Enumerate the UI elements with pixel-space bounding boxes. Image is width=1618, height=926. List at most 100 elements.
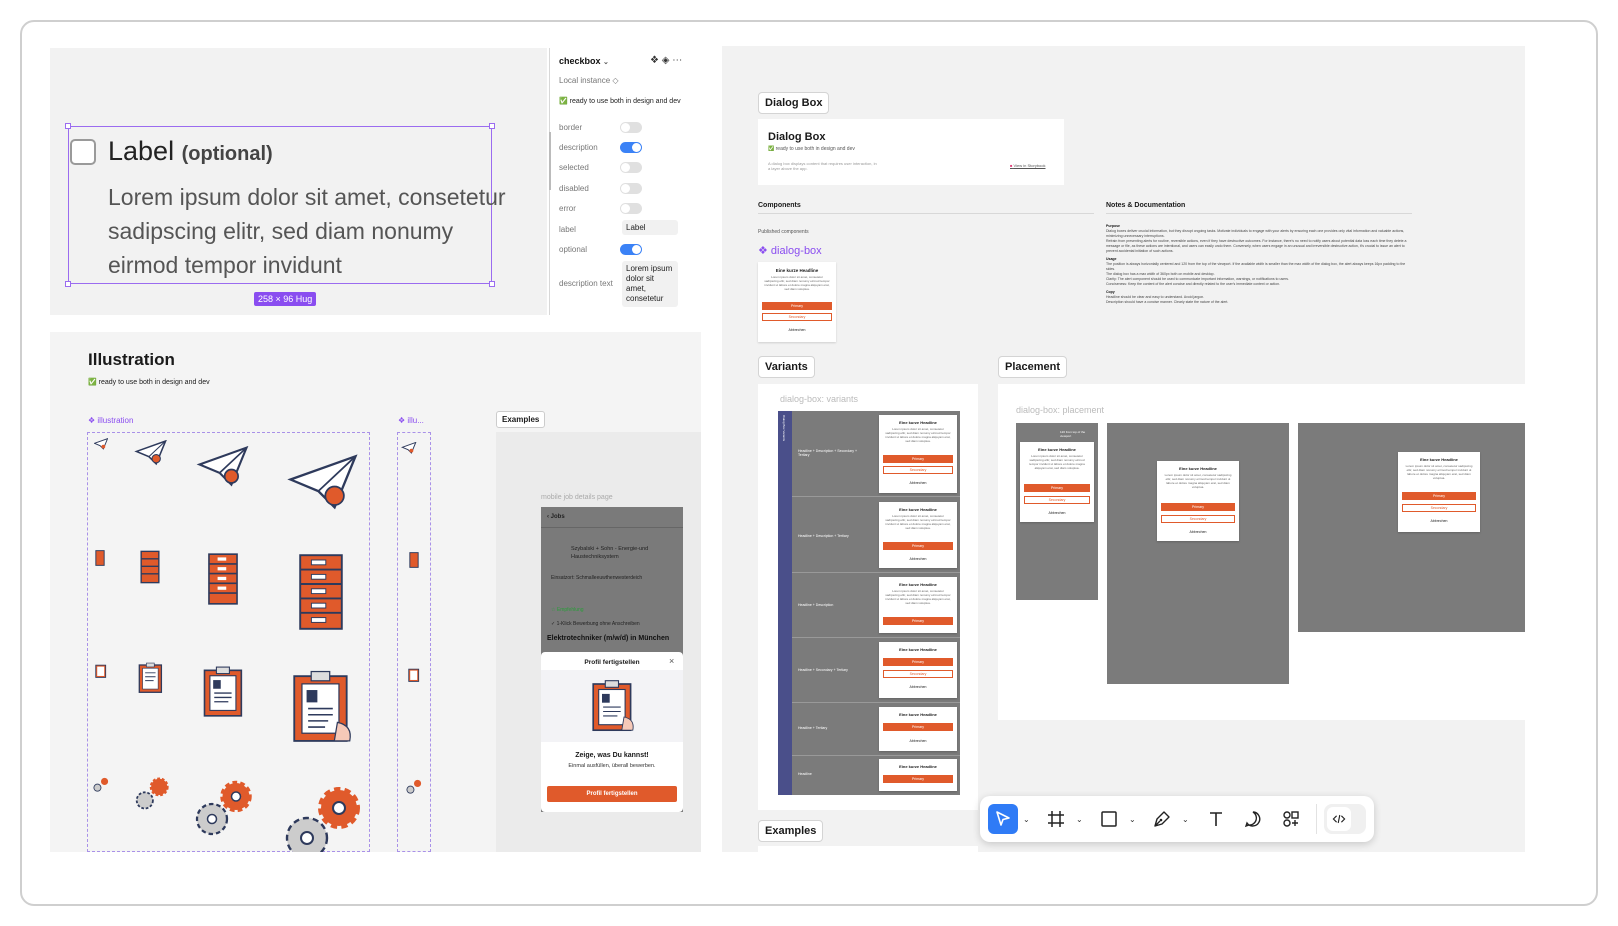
gears-icon bbox=[195, 780, 252, 836]
chevron-down-icon[interactable]: ⌄ bbox=[1182, 815, 1189, 824]
chevron-down-icon[interactable]: ⌄ bbox=[1129, 815, 1136, 824]
pen-tool-button[interactable] bbox=[1147, 804, 1177, 834]
chevron-down-icon[interactable]: ⌄ bbox=[1076, 815, 1083, 824]
chevron-down-icon[interactable]: ⌄ bbox=[1023, 815, 1030, 824]
toggle-optional[interactable] bbox=[620, 244, 642, 255]
notes-label: Notes & Documentation bbox=[1106, 202, 1186, 209]
status-text: ✅ ready to use both in design and dev bbox=[559, 98, 681, 105]
text-tool-button[interactable] bbox=[1201, 804, 1231, 834]
check-icon: ✅ bbox=[559, 98, 568, 105]
variant-dialog[interactable]: Eine kurze Headline Lorem ipsum dolor si… bbox=[879, 415, 957, 493]
primary-button[interactable]: Primary bbox=[1402, 492, 1476, 500]
variant-dialog[interactable]: Eine kurze Headline Lorem ipsum dolor si… bbox=[879, 502, 957, 568]
variants-caption: dialog-box: variants bbox=[780, 394, 859, 404]
clipboard-icon bbox=[95, 664, 107, 678]
primary-button[interactable]: Primary bbox=[883, 723, 953, 731]
tertiary-button[interactable]: Abbrechen bbox=[1020, 511, 1094, 515]
back-link[interactable]: ‹ Jobs bbox=[547, 514, 565, 520]
primary-button[interactable]: Primary bbox=[883, 542, 953, 550]
primary-button[interactable]: Primary bbox=[883, 455, 953, 463]
dialog-box-component[interactable]: Eine kurze Headline Lorem ipsum dolor si… bbox=[758, 262, 836, 342]
toggle-disabled[interactable] bbox=[620, 183, 642, 194]
paper-plane-icon bbox=[287, 454, 358, 510]
tertiary-button[interactable]: Abbrechen bbox=[879, 481, 957, 485]
toggle-description[interactable] bbox=[620, 142, 642, 153]
frame-tool-button[interactable] bbox=[1041, 804, 1071, 834]
primary-button[interactable]: Primary bbox=[762, 302, 832, 310]
placement-dialog-desktop[interactable]: Eine kurze Headline Lorem ipsum dolor si… bbox=[1398, 452, 1480, 532]
storybook-link[interactable]: ■ View in Storybook bbox=[1010, 163, 1046, 168]
primary-button[interactable]: Primary bbox=[883, 658, 953, 666]
pen-icon bbox=[1154, 811, 1170, 827]
component-name[interactable]: checkbox ⌄ bbox=[559, 56, 609, 66]
tertiary-button[interactable]: Abbrechen bbox=[1398, 519, 1480, 523]
check-icon: ✅ bbox=[88, 379, 97, 386]
tertiary-button[interactable]: Abbrechen bbox=[1157, 530, 1239, 534]
placement-note: 120 from top of the viewport bbox=[1060, 430, 1086, 438]
tertiary-button[interactable]: Abbrechen bbox=[879, 685, 957, 689]
dialog-box-component-link[interactable]: ❖ dialog-box bbox=[758, 244, 822, 257]
resize-handle[interactable] bbox=[65, 281, 71, 287]
toggle-error[interactable] bbox=[620, 203, 642, 214]
primary-button[interactable]: Primary bbox=[1024, 484, 1090, 492]
dialog-headline: Eine kurze Headline bbox=[899, 647, 937, 652]
variant-label: Headline + Description + Tertiary bbox=[798, 534, 849, 538]
tertiary-button[interactable]: Abbrechen bbox=[758, 328, 836, 332]
secondary-button[interactable]: Secondary bbox=[1161, 515, 1235, 523]
primary-button[interactable]: Primary bbox=[883, 775, 953, 783]
primary-button[interactable]: Primary bbox=[883, 617, 953, 625]
storybook-icon: ■ bbox=[1010, 163, 1013, 168]
primary-button[interactable]: Primary bbox=[1161, 503, 1235, 511]
variant-label: Headline + Tertiary bbox=[798, 726, 828, 730]
toggle-selected[interactable] bbox=[620, 162, 642, 173]
tertiary-button[interactable]: Abbrechen bbox=[879, 557, 957, 561]
paper-plane-icon bbox=[94, 438, 108, 450]
dialog-headline: Eine kurze Headline bbox=[1420, 457, 1458, 462]
comment-tool-button[interactable] bbox=[1238, 804, 1268, 834]
profile-complete-button[interactable]: Profil fertigstellen bbox=[547, 786, 677, 802]
rectangle-icon bbox=[1101, 811, 1117, 827]
secondary-button[interactable]: Secondary bbox=[1402, 504, 1476, 512]
secondary-button[interactable]: Secondary bbox=[883, 670, 953, 678]
canvas-frame: Label (optional) Lorem ipsum dolor sit a… bbox=[20, 20, 1598, 906]
dialog-body: Lorem ipsum dolor sit amet, consetetur s… bbox=[885, 427, 951, 443]
component-label-illu[interactable]: ❖ illu... bbox=[398, 416, 424, 425]
toggle-border[interactable] bbox=[620, 122, 642, 133]
shape-tool-button[interactable] bbox=[1094, 804, 1124, 834]
label-value-input[interactable]: Label bbox=[622, 220, 678, 235]
secondary-button[interactable]: Secondary bbox=[883, 466, 953, 474]
profile-bottom-sheet: Profil fertigstellen × Zeige, was Du kan… bbox=[541, 652, 683, 812]
illustration-status: ✅ ready to use both in design and dev bbox=[88, 379, 210, 386]
checkbox-square[interactable] bbox=[70, 139, 96, 165]
dialog-headline: Eine kurze Headline bbox=[899, 582, 937, 587]
variant-dialog[interactable]: Eine kurze Headline Primary Secondary Ab… bbox=[879, 642, 957, 698]
component-label-illustration[interactable]: ❖ illustration bbox=[88, 416, 133, 425]
close-icon[interactable]: × bbox=[669, 656, 674, 666]
move-tool-button[interactable] bbox=[988, 804, 1018, 834]
dialog-headline: Eine kurze Headline bbox=[1038, 447, 1076, 452]
dev-mode-toggle[interactable] bbox=[1324, 804, 1366, 834]
placement-dialog-tablet[interactable]: Eine kurze Headline Lorem ipsum dolor si… bbox=[1157, 461, 1239, 541]
dialog-body: Lorem ipsum dolor sit amet, consetetur s… bbox=[1164, 473, 1232, 489]
prop-border-label: border bbox=[559, 123, 583, 132]
note-item: Dialog boxes deliver crucial information… bbox=[1106, 229, 1405, 238]
component-actions-icon[interactable]: ❖ ◈ ⋯ bbox=[650, 55, 682, 66]
placement-dialog-mobile[interactable]: Eine kurze Headline Lorem ipsum dolor si… bbox=[1020, 442, 1094, 522]
dialog-box-board: Dialog Box Dialog Box ✅ ready to use bot… bbox=[722, 46, 1525, 852]
variant-dialog[interactable]: Eine kurze Headline Lorem ipsum dolor si… bbox=[879, 577, 957, 633]
secondary-button[interactable]: Secondary bbox=[762, 313, 832, 321]
scrollbar[interactable] bbox=[549, 132, 551, 190]
tertiary-button[interactable]: Abbrechen bbox=[879, 739, 957, 743]
variant-dialog[interactable]: Eine kurze Headline Primary bbox=[879, 759, 957, 791]
placement-pill: Placement bbox=[998, 356, 1068, 378]
components-tool-button[interactable] bbox=[1276, 804, 1306, 834]
variant-dialog[interactable]: Eine kurze Headline Primary Abbrechen bbox=[879, 707, 957, 751]
dialog-body: Lorem ipsum dolor sit amet, consetetur s… bbox=[885, 514, 951, 530]
resize-handle[interactable] bbox=[489, 123, 495, 129]
note-item: Description should have a concise manner… bbox=[1106, 300, 1229, 304]
desc-text-input[interactable]: Lorem ipsum dolor sit amet, consetetur bbox=[622, 261, 678, 307]
gears-icon bbox=[406, 779, 422, 794]
clipboard-icon bbox=[138, 662, 163, 693]
resize-handle[interactable] bbox=[65, 123, 71, 129]
secondary-button[interactable]: Secondary bbox=[1024, 496, 1090, 504]
